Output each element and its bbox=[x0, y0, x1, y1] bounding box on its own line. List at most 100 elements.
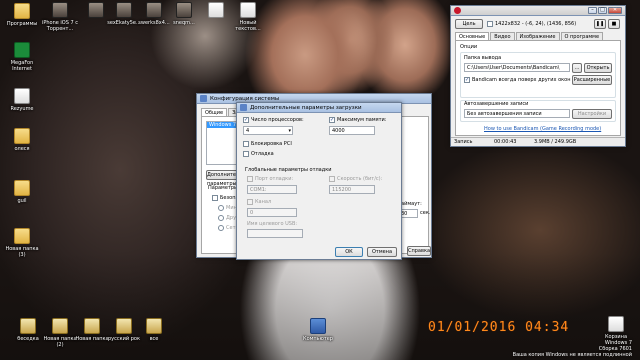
watermark-line-3: Ваша копия Windows не является подлинной bbox=[512, 352, 632, 358]
debug-port-select[interactable]: COM1: bbox=[247, 185, 297, 194]
windows-watermark: Windows 7 Сборка 7601 Ваша копия Windows… bbox=[513, 340, 632, 358]
desktop-icon-label: sneqm... bbox=[173, 20, 195, 26]
always-on-top-checkbox[interactable] bbox=[464, 77, 470, 83]
pci-lock-checkbox[interactable] bbox=[243, 141, 249, 147]
record-icon bbox=[454, 7, 461, 14]
debug-port-checkbox[interactable] bbox=[247, 176, 253, 182]
output-folder-input[interactable]: C:\Users\User\Documents\Bandicam\ bbox=[464, 63, 570, 72]
num-processors-select[interactable]: 4 ▾ bbox=[243, 126, 293, 135]
network-radio[interactable] bbox=[218, 225, 224, 231]
document-icon bbox=[208, 2, 224, 18]
video-thumbnail-icon bbox=[176, 2, 192, 18]
max-memory-input[interactable]: 4000 bbox=[329, 126, 375, 135]
video-thumbnail-icon bbox=[52, 2, 68, 18]
cancel-button[interactable]: Отмена bbox=[367, 247, 397, 257]
os-list[interactable]: Windows 7 bbox=[206, 121, 240, 165]
advanced-button[interactable]: Расширенные bbox=[572, 75, 612, 85]
desktop-icon-vse[interactable]: все bbox=[134, 318, 174, 342]
options-label: Опции bbox=[460, 44, 478, 50]
channel-checkbox[interactable] bbox=[247, 199, 253, 205]
max-memory-label: Максимум памяти: bbox=[337, 117, 387, 123]
target-checkbox[interactable] bbox=[487, 21, 493, 27]
video-thumbnail-icon bbox=[88, 2, 104, 18]
minimize-button[interactable]: – bbox=[588, 7, 597, 14]
desktop-icon-label: guil bbox=[17, 198, 27, 204]
video-thumbnail-icon bbox=[146, 2, 162, 18]
debug-port-label: Порт отладки: bbox=[255, 176, 294, 182]
num-processors-checkbox[interactable] bbox=[243, 117, 249, 123]
folder-icon bbox=[14, 228, 30, 244]
desktop-icon-computer[interactable]: Компьютер bbox=[298, 318, 338, 342]
close-button[interactable]: ✕ bbox=[608, 7, 622, 14]
ok-button[interactable]: ОК bbox=[335, 247, 363, 257]
desktop-icon-label: iPhone iOS 7 с Торрент... bbox=[41, 20, 79, 32]
desktop-icon-label: Новый текстов... bbox=[235, 20, 261, 32]
num-processors-value: 4 bbox=[246, 128, 250, 134]
desktop-icon-rezyume[interactable]: Rezyume bbox=[2, 88, 42, 112]
desktop-icon-olesya[interactable]: олеся bbox=[2, 128, 42, 152]
desktop-icon-new-folder-3[interactable]: Новая папка (3) bbox=[2, 228, 42, 258]
minimal-radio[interactable] bbox=[218, 205, 224, 211]
channel-label: Канал bbox=[255, 199, 272, 205]
desktop-icon-label: Rezyume bbox=[10, 106, 34, 112]
safe-mode-checkbox[interactable] bbox=[212, 195, 218, 201]
other-shell-radio[interactable] bbox=[218, 215, 224, 221]
settings-button[interactable]: Настройки bbox=[572, 109, 612, 119]
record-time: 00:00:43 bbox=[494, 139, 517, 145]
desktop-icon-label: беседка bbox=[17, 336, 39, 342]
recycle-bin-icon bbox=[608, 316, 624, 332]
debug-checkbox[interactable] bbox=[243, 151, 249, 157]
pause-button[interactable]: ❚❚ bbox=[594, 19, 606, 29]
gear-icon bbox=[240, 104, 247, 111]
desktop-icon-label: Программы bbox=[6, 21, 38, 27]
browse-button[interactable]: ... bbox=[572, 63, 582, 73]
folder-icon bbox=[14, 3, 30, 19]
bandicam-tab-panel: Опции Папка вывода C:\Users\User\Documen… bbox=[455, 40, 621, 136]
document-icon bbox=[14, 88, 30, 104]
stop-button[interactable]: ■ bbox=[608, 19, 620, 29]
desktop-icon-recycle-bin[interactable]: Корзина bbox=[596, 316, 636, 340]
help-button[interactable]: Справка bbox=[407, 246, 431, 256]
advanced-boot-titlebar[interactable]: Дополнительные параметры загрузки bbox=[237, 103, 401, 113]
bandicam-window: – □ ✕ Цель 1422x832 - (-6, 24), (1436, 8… bbox=[450, 5, 626, 147]
desktop-icon-top-1[interactable]: iPhone iOS 7 с Торрент... bbox=[40, 2, 80, 32]
timeout-unit: сек. bbox=[420, 210, 431, 216]
global-debug-label: Глобальные параметры отладки bbox=[245, 167, 332, 173]
megafon-icon bbox=[14, 42, 30, 58]
baud-rate-select[interactable]: 115200 bbox=[329, 185, 375, 194]
archive-icon bbox=[146, 318, 162, 334]
desktop-icon-guil[interactable]: guil bbox=[2, 180, 42, 204]
autostop-value[interactable]: Без автозавершения записи bbox=[464, 109, 570, 118]
desktop-icon-programs[interactable]: Программы bbox=[2, 3, 42, 27]
usb-target-input[interactable] bbox=[247, 229, 303, 238]
maximize-button[interactable]: □ bbox=[598, 7, 607, 14]
desktop-icon-label: все bbox=[149, 336, 159, 342]
num-processors-label: Число процессоров: bbox=[251, 117, 304, 123]
resolution-label: 1422x832 - (-6, 24), (1436, 856) bbox=[495, 21, 577, 27]
bandicam-statusbar: Запись 00:00:43 3.9MB / 249.9GB bbox=[451, 137, 625, 146]
os-list-item[interactable]: Windows 7 bbox=[207, 122, 239, 128]
always-on-top-label: Bandicam всегда поверх других окон bbox=[472, 77, 571, 83]
usb-target-label: Имя целевого USB: bbox=[247, 221, 298, 227]
desktop-icon-megafon[interactable]: MegaFon Internet bbox=[2, 42, 42, 72]
channel-input[interactable]: 0 bbox=[247, 208, 297, 217]
archive-icon bbox=[20, 318, 36, 334]
text-file-icon bbox=[240, 2, 256, 18]
desktop-icon-label: Компьютер bbox=[303, 336, 333, 342]
desktop-icon-top-7[interactable]: Новый текстов... bbox=[228, 2, 268, 32]
chevron-down-icon: ▾ bbox=[288, 128, 291, 134]
bandicam-titlebar[interactable]: – □ ✕ bbox=[451, 6, 625, 16]
advanced-options-button[interactable]: Дополнительные параметры... bbox=[206, 170, 252, 187]
record-size: 3.9MB / 249.9GB bbox=[534, 139, 577, 145]
output-folder-label: Папка вывода bbox=[464, 55, 502, 61]
open-folder-button[interactable]: Открыть bbox=[584, 63, 612, 73]
max-memory-checkbox[interactable] bbox=[329, 117, 335, 123]
howto-link[interactable]: How to use Bandicam (Game Recording mode… bbox=[484, 126, 601, 132]
photo-datestamp: 01/01/2016 04:34 bbox=[428, 320, 570, 335]
archive-icon bbox=[84, 318, 100, 334]
target-button[interactable]: Цель bbox=[455, 19, 483, 29]
gear-icon bbox=[200, 95, 207, 102]
folder-icon bbox=[14, 180, 30, 196]
baud-rate-checkbox[interactable] bbox=[329, 176, 335, 182]
window-title: Конфигурация системы bbox=[210, 95, 280, 102]
